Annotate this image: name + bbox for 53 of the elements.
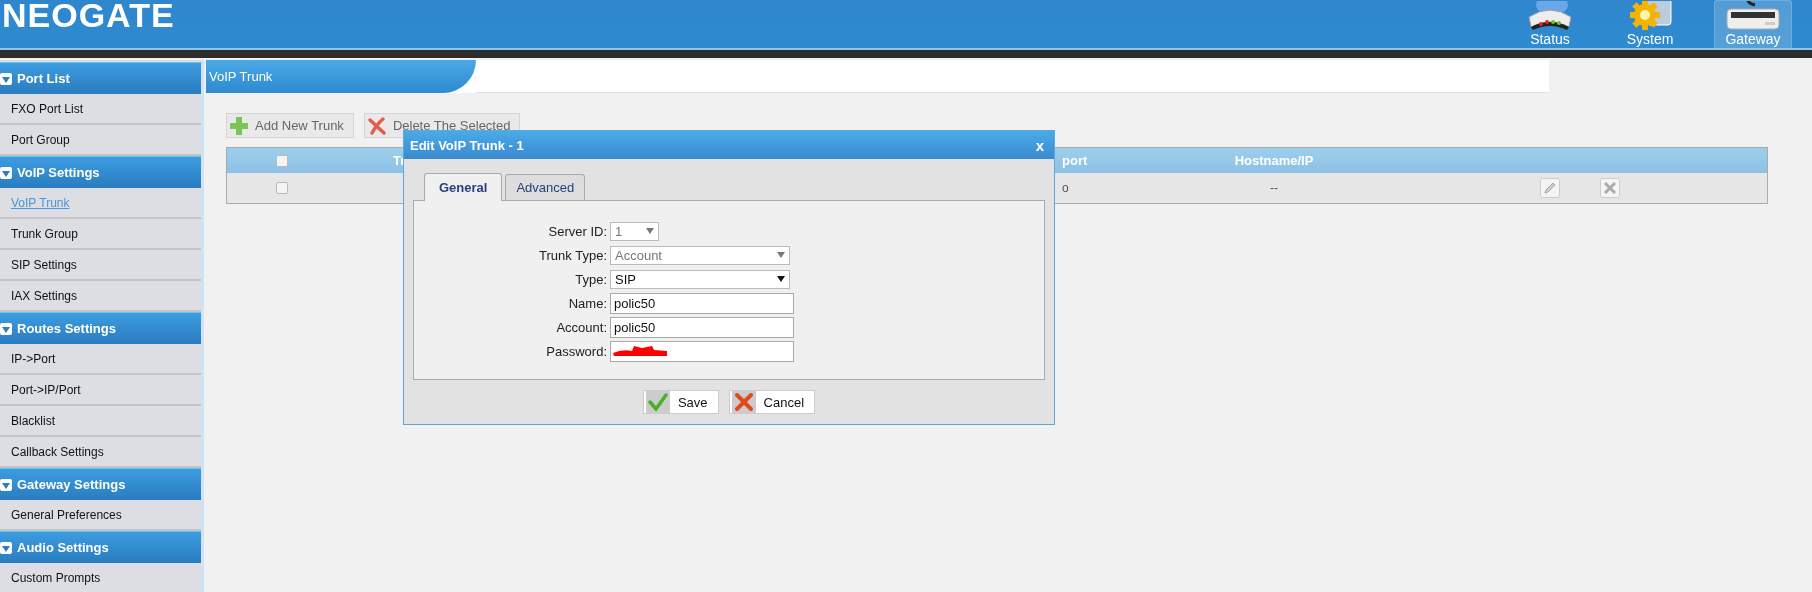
field-label: Trunk Type: — [538, 247, 608, 263]
dropdown-arrow-icon — [646, 228, 654, 234]
save-button[interactable]: Save — [642, 390, 719, 414]
nav-button[interactable]: Status — [1500, 0, 1600, 48]
table-cell: o — [1062, 181, 1069, 195]
field-label: Server ID: — [547, 223, 608, 239]
delete-icon[interactable] — [1600, 178, 1620, 198]
dialog-title: Edit VoIP Trunk - 1 — [410, 137, 524, 153]
add-button[interactable]: Add New Trunk — [226, 113, 354, 138]
plus-icon — [229, 115, 249, 136]
tab[interactable]: General — [424, 173, 503, 201]
sidebar-item[interactable]: IP->Port — [11, 351, 56, 366]
table-cell: -- — [1270, 181, 1278, 195]
cancel-button[interactable]: Cancel — [728, 390, 816, 414]
checkmark-icon — [645, 390, 670, 414]
section-header[interactable]: VoIP Settings — [0, 156, 201, 188]
input-field[interactable]: polic50 — [610, 292, 794, 314]
input-field[interactable]: polic50 — [610, 316, 794, 338]
password-field[interactable] — [610, 340, 794, 362]
tab[interactable]: Advanced — [505, 174, 586, 200]
sidebar-item[interactable]: Callback Settings — [11, 444, 104, 459]
field-label: Account: — [555, 319, 608, 335]
column-header: Hostname/IP — [1234, 153, 1314, 168]
checkbox[interactable] — [276, 182, 288, 194]
field-label: Password: — [545, 343, 608, 359]
dropdown[interactable]: SIP — [610, 269, 790, 289]
column-header: Tr — [393, 153, 406, 168]
section-header[interactable]: Gateway Settings — [0, 468, 201, 500]
sidebar-item[interactable]: SIP Settings — [11, 257, 77, 272]
field-label: Name: — [567, 295, 608, 311]
sidebar-item[interactable]: Blacklist — [11, 413, 55, 428]
field-label: Type: — [574, 271, 608, 287]
section-header[interactable]: Routes Settings — [0, 312, 201, 344]
sidebar-item[interactable]: IAX Settings — [11, 288, 78, 303]
sidebar-item[interactable]: Custom Prompts — [11, 570, 101, 585]
dropdown-arrow-icon — [777, 252, 785, 258]
gateway-device-icon — [1725, 1, 1781, 31]
sidebar-item[interactable]: Trunk Group — [11, 226, 78, 241]
sidebar-item[interactable]: Port->IP/Port — [11, 382, 81, 397]
dropdown-arrow-icon — [777, 276, 785, 282]
checkbox[interactable] — [276, 154, 288, 167]
section-header[interactable]: Port List — [0, 62, 201, 94]
logo: NEOGATE — [1, 0, 175, 30]
cross-icon — [366, 115, 387, 136]
section-header[interactable]: Audio Settings — [0, 531, 201, 563]
nav-button[interactable]: System — [1600, 0, 1700, 48]
edit-icon[interactable] — [1540, 178, 1560, 198]
cross-icon — [731, 390, 756, 414]
sidebar-item[interactable]: Port Group — [11, 132, 70, 147]
sidebar-item[interactable]: General Preferences — [11, 507, 122, 522]
column-header: port — [1062, 153, 1088, 168]
router-icon — [1525, 1, 1575, 31]
sidebar-item[interactable]: FXO Port List — [11, 101, 84, 116]
